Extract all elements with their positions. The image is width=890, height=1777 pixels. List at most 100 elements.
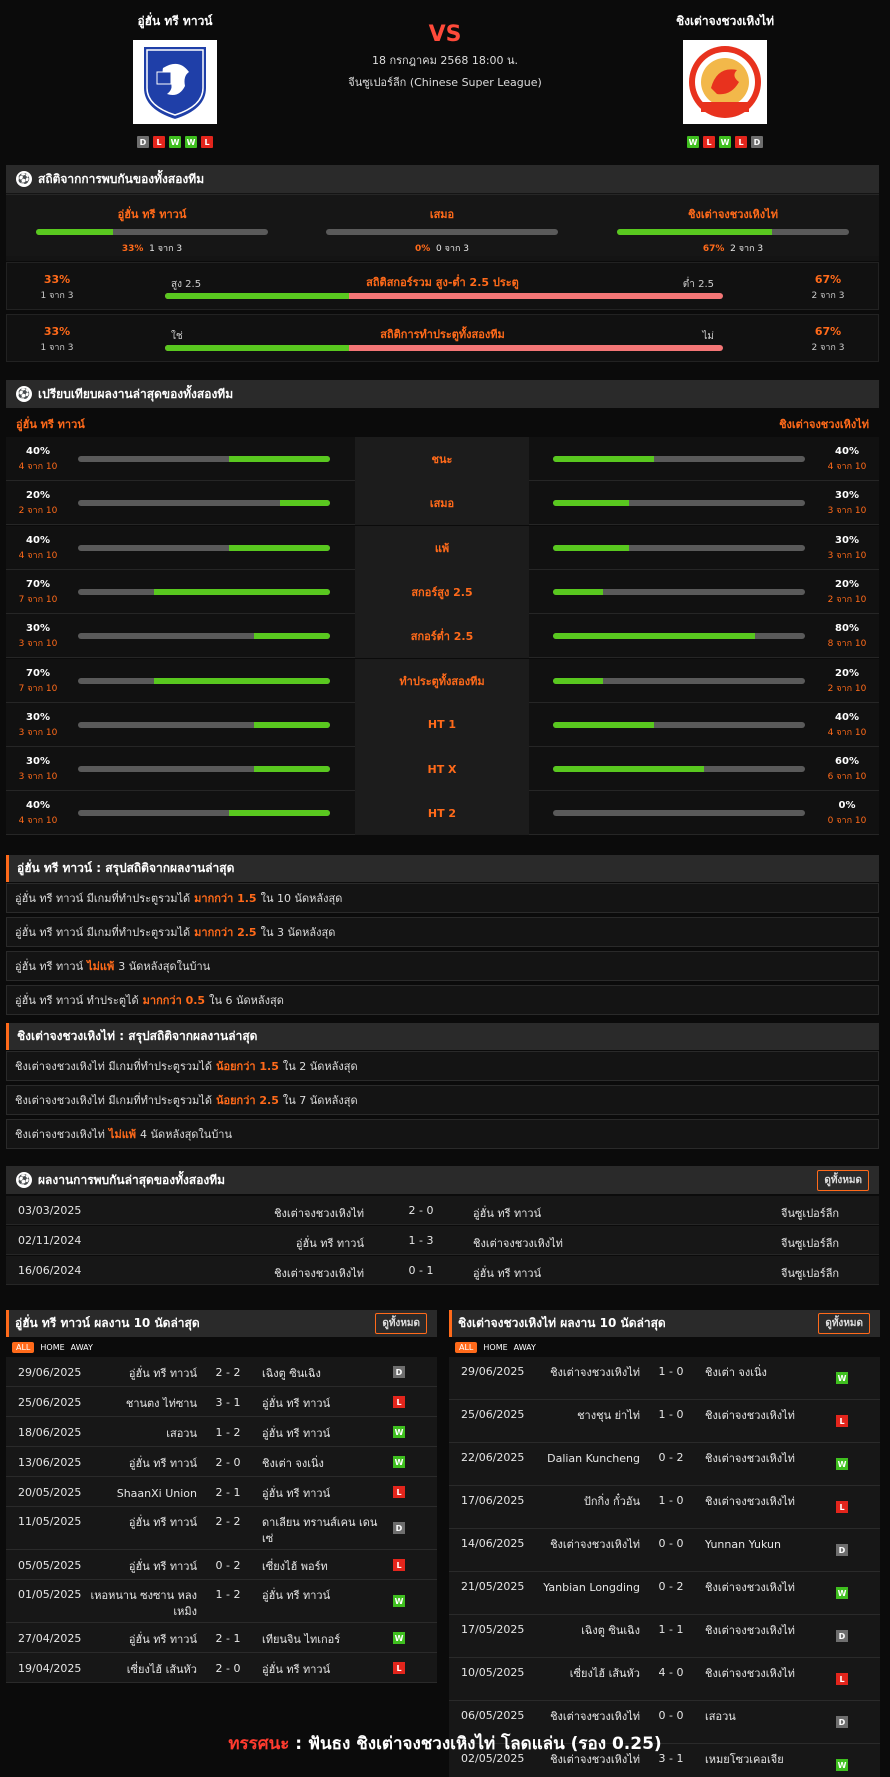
away-pct: 40% — [835, 711, 859, 723]
summary-text: อู่ฮั่น ทรี ทาวน์ มีเกมที่ทำประตูรวมได้ — [15, 926, 191, 939]
result-badge: D — [393, 1522, 405, 1534]
form-badge: W — [719, 136, 731, 148]
filter-home-tab[interactable]: HOME — [40, 1343, 64, 1352]
filter-all-tab[interactable]: ALL — [455, 1341, 478, 1353]
summary-text: ชิงเต่าจงชวงเหิงไท่ มีเกมที่ทำประตูรวมได… — [15, 1094, 212, 1107]
home-stat: 30% 3 จาก 10 — [18, 623, 58, 650]
away-bar — [553, 810, 805, 817]
summary-text: อู่ฮั่น ทรี ทาวน์ — [15, 960, 84, 973]
over-label: สูง 2.5 — [171, 279, 202, 290]
form-badge: W — [687, 136, 699, 148]
match-row[interactable]: 01/05/2025 เหอหนาน ซงซาน หลงเหมิง 1 - 2 อู่… — [6, 1580, 437, 1623]
away-sub: 8 จาก 10 — [827, 639, 867, 650]
match-date: 18/06/2025 — [18, 1426, 82, 1439]
match-row[interactable]: 17/05/2025 เฉิงตู ซินเฉิง 1 - 1 ชิงเต่าจงชว… — [449, 1615, 880, 1658]
match-row[interactable]: 11/05/2025 อู่ฮั่น ทรี ทาวน์ 2 - 2 ดาเลียน … — [6, 1507, 437, 1550]
away-win-label: ชิงเต่าจงชวงเหิงไท่ — [688, 208, 778, 221]
home-last10-panel: อู่ฮั่น ทรี ทาวน์ ผลงาน 10 นัดล่าสุด ดูท… — [6, 1310, 437, 1683]
home-team: อู่ฮั่น ทรี ทาวน์ — [128, 1457, 197, 1470]
match-row[interactable]: 27/04/2025 อู่ฮั่น ทรี ทาวน์ 2 - 1 เทียนจิน… — [6, 1623, 437, 1653]
btts-no-label: ไม่ — [702, 331, 714, 342]
away-pct: 80% — [835, 623, 859, 635]
home-sub: 2 จาก 10 — [18, 506, 58, 517]
draw-label: เสมอ — [429, 208, 455, 221]
filter-all-tab[interactable]: ALL — [12, 1341, 35, 1353]
bar-fill — [254, 721, 330, 728]
bar-fill — [279, 500, 330, 507]
filter-away-tab[interactable]: AWAY — [514, 1343, 536, 1352]
verdict: ทรรศนะ : ฟันธง ชิงเต่าจงชวงเหิงไท่ โลดแล… — [0, 1730, 890, 1757]
result-badge: D — [393, 1366, 405, 1378]
match-date: 14/06/2025 — [461, 1537, 525, 1550]
away-team-logo — [683, 40, 767, 124]
summary-row: ชิงเต่าจงชวงเหิงไท่ มีเกมที่ทำประตูรวมได… — [6, 1051, 879, 1081]
h2h-results-section: ⚽ ผลงานการพบกันล่าสุดของทั้งสองทีม ดูทั้… — [6, 1166, 879, 1194]
away-last10-panel: ชิงเต่าจงชวงเหิงไท่ ผลงาน 10 นัดล่าสุด ด… — [449, 1310, 880, 1777]
over-under-stat: 33% 1 จาก 3 สถิติสกอร์รวม สูง-ต่ำ 2.5 ประ… — [6, 262, 879, 310]
away-team: Yunnan Yukun — [705, 1538, 781, 1551]
score: 0 - 0 — [658, 1537, 684, 1550]
away-team: อู่ฮั่น ทรี ทาวน์ — [473, 1267, 542, 1280]
home-pct: 30% — [26, 623, 50, 635]
match-row[interactable]: 22/06/2025 Dalian Kuncheng 0 - 2 ชิงเต่าจงช… — [449, 1443, 880, 1486]
away-bar — [553, 766, 805, 773]
away-team: ชิงเต่า จงเนิ่ง — [705, 1366, 767, 1379]
view-all-button[interactable]: ดูทั้งหมด — [817, 1170, 869, 1191]
home-sub: 3 จาก 10 — [18, 639, 58, 650]
result-badge: L — [836, 1673, 848, 1685]
match-row[interactable]: 05/05/2025 อู่ฮั่น ทรี ทาวน์ 0 - 2 เซี่ยงไฮ… — [6, 1550, 437, 1580]
h2h-row[interactable]: 03/03/2025 ชิงเต่าจงชวงเหิงไท่ 2 - 0 อู่ฮั่… — [6, 1196, 879, 1225]
match-date: 17/05/2025 — [461, 1623, 525, 1636]
match-row[interactable]: 17/06/2025 ปักกิ่ง กั๋วอัน 1 - 0 ชิงเต่าจงช… — [449, 1486, 880, 1529]
bar-fill — [553, 544, 629, 551]
bar-fill — [553, 766, 705, 773]
match-row[interactable]: 18/06/2025 เสอวน 1 - 2 อู่ฮั่น ทรี ทาวน์ W — [6, 1417, 437, 1447]
league: จีนซูเปอร์ลีก — [781, 1267, 840, 1280]
away-pct: 60% — [835, 756, 859, 768]
compare-row: 70% 7 จาก 10 สกอร์สูง 2.5 20% 2 จาก 10 — [6, 569, 879, 614]
compare-home-label: อู่ฮั่น ทรี ทาวน์ — [16, 418, 85, 431]
panel-title: ชิงเต่าจงชวงเหิงไท่ ผลงาน 10 นัดล่าสุด — [458, 1316, 666, 1330]
match-row[interactable]: 19/04/2025 เซี่ยงไฮ้ เส้นหัว 2 - 0 อู่ฮั่น … — [6, 1653, 437, 1683]
home-team: เหอหนาน ซงซาน หลงเหมิง — [90, 1589, 197, 1618]
home-stat: 20% 2 จาก 10 — [18, 490, 58, 517]
h2h-row[interactable]: 16/06/2024 ชิงเต่าจงชวงเหิงไท่ 0 - 1 อู่ฮั่… — [6, 1256, 879, 1285]
match-row[interactable]: 25/06/2025 ชานตง ไท่ซาน 3 - 1 อู่ฮั่น ทรี ท… — [6, 1387, 437, 1417]
under-sub: 2 จาก 3 — [811, 291, 845, 301]
bar-fill — [553, 677, 604, 684]
bar-fill — [553, 588, 604, 595]
away-bar — [553, 500, 805, 507]
view-all-button[interactable]: ดูทั้งหมด — [375, 1313, 427, 1334]
match-row[interactable]: 20/05/2025 ShaanXi Union 2 - 1 อู่ฮั่น ทรี … — [6, 1477, 437, 1507]
filter-away-tab[interactable]: AWAY — [71, 1343, 93, 1352]
away-last10-list: 29/06/2025 ชิงเต่าจงชวงเหิงไท่ 1 - 0 ชิงเต่… — [449, 1357, 880, 1777]
filter-home-tab[interactable]: HOME — [483, 1343, 507, 1352]
match-row[interactable]: 29/06/2025 ชิงเต่าจงชวงเหิงไท่ 1 - 0 ชิงเต่… — [449, 1357, 880, 1400]
score: 2 - 2 — [215, 1366, 241, 1379]
h2h-row[interactable]: 02/11/2024 อู่ฮั่น ทรี ทาวน์ 1 - 3 ชิงเต่าจ… — [6, 1226, 879, 1255]
match-row[interactable]: 21/05/2025 Yanbian Longding 0 - 2 ชิงเต่าจง… — [449, 1572, 880, 1615]
home-sub: 3 จาก 10 — [18, 772, 58, 783]
panel-header: ชิงเต่าจงชวงเหิงไท่ ผลงาน 10 นัดล่าสุด ด… — [449, 1310, 880, 1337]
match-row[interactable]: 13/06/2025 อู่ฮั่น ทรี ทาวน์ 2 - 0 ชิงเต่า … — [6, 1447, 437, 1477]
bar-fill — [553, 633, 755, 640]
home-team-name: อู่ฮั่น ทรี ทาวน์ — [137, 14, 213, 28]
compare-section: ⚽ เปรียบเทียบผลงานล่าสุดของทั้งสองทีม — [6, 380, 879, 408]
home-bar — [78, 456, 330, 462]
match-row[interactable]: 14/06/2025 ชิงเต่าจงชวงเหิงไท่ 0 - 0 Yunnan… — [449, 1529, 880, 1572]
match-row[interactable]: 25/06/2025 ชางชุน ย่าไท่ 1 - 0 ชิงเต่าจงชวง… — [449, 1400, 880, 1443]
score: 0 - 2 — [658, 1580, 684, 1593]
vs-label: VS — [428, 22, 462, 47]
bar-fill — [254, 633, 330, 640]
home-form: D L W W L — [85, 136, 265, 148]
compare-row: 30% 3 จาก 10 HT X 60% 6 จาก 10 — [6, 747, 879, 792]
view-all-button[interactable]: ดูทั้งหมด — [818, 1313, 870, 1334]
away-team: ชิงเต่าจงชวงเหิงไท่ — [705, 1667, 795, 1680]
bar-fill — [153, 677, 330, 684]
away-team: ชิงเต่า จงเนิ่ง — [262, 1457, 324, 1470]
home-bar — [78, 633, 330, 640]
match-row[interactable]: 10/05/2025 เซี่ยงไฮ้ เส้นหัว 4 - 0 ชิงเต่าจ… — [449, 1658, 880, 1701]
away-team: อู่ฮั่น ทรี ทาวน์ — [262, 1427, 331, 1440]
home-stat: 40% 4 จาก 10 — [18, 446, 58, 473]
match-row[interactable]: 29/06/2025 อู่ฮั่น ทรี ทาวน์ 2 - 2 เฉิงตู ซ… — [6, 1357, 437, 1387]
